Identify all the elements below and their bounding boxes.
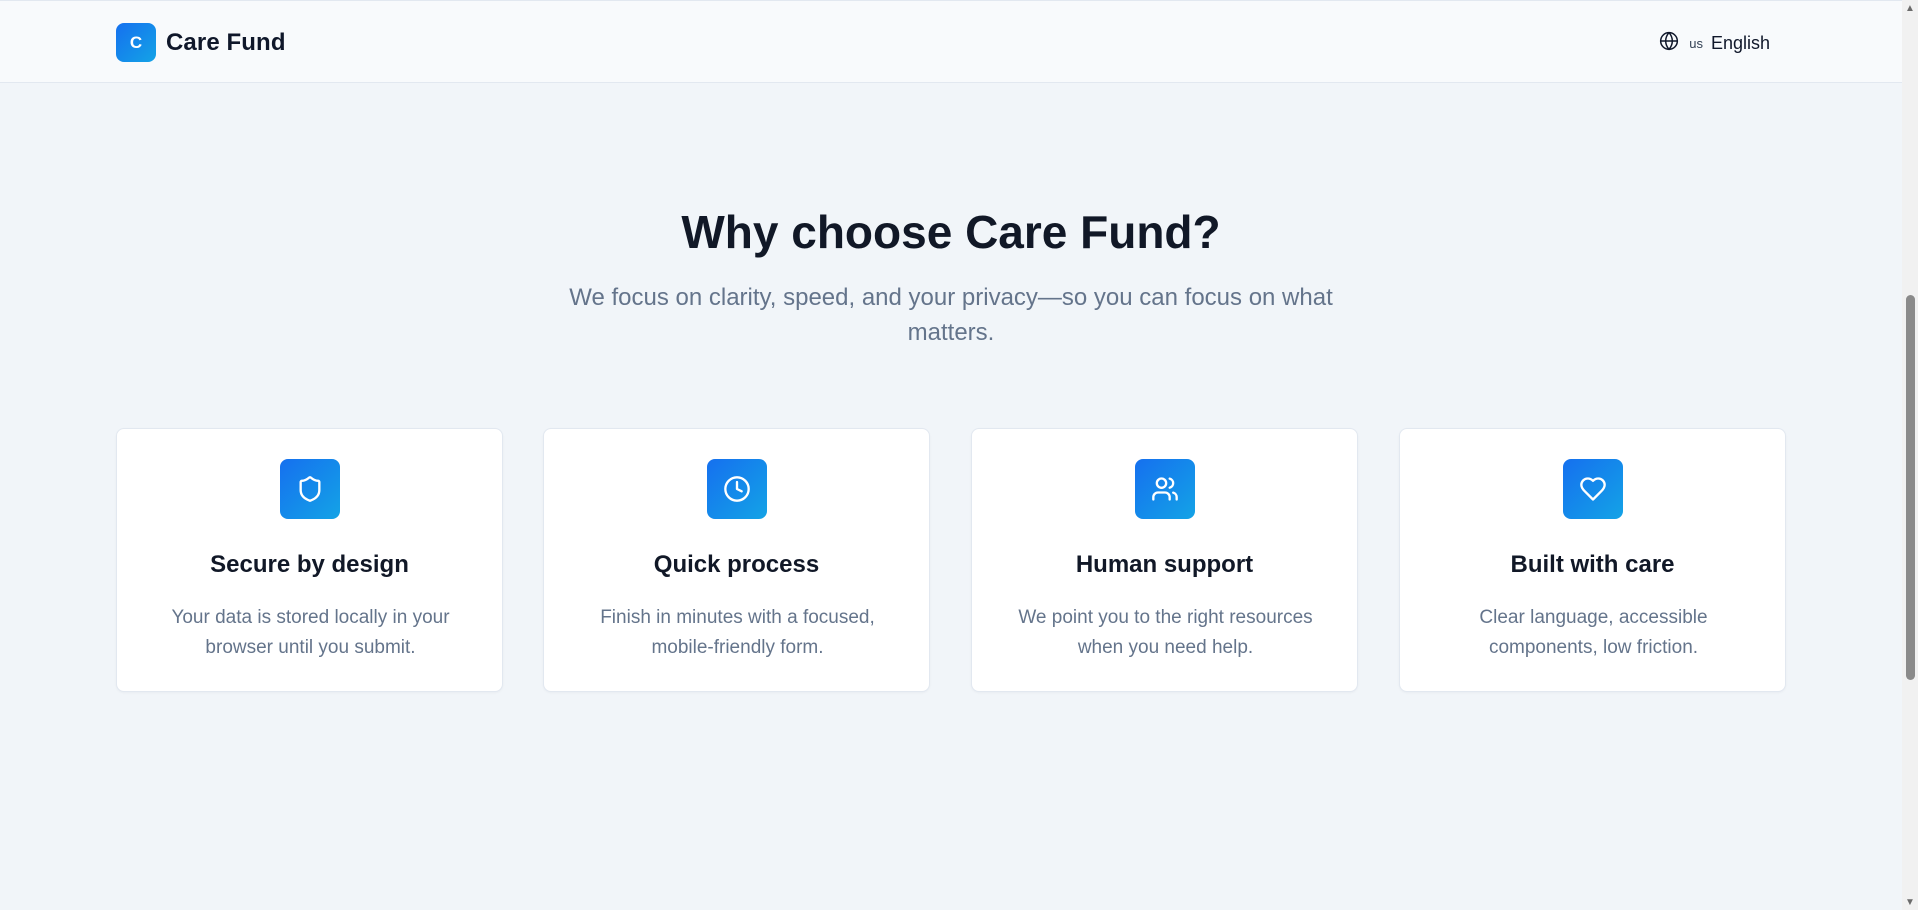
brand-logo-letter: C	[129, 32, 143, 52]
clock-icon	[707, 459, 767, 519]
section-title: Why choose Care Fund?	[681, 206, 1221, 258]
scroll-down-arrow-icon[interactable]: ▼	[1902, 894, 1918, 910]
feature-description: Finish in minutes with a focused, mobile…	[600, 607, 875, 658]
globe-icon	[1659, 31, 1679, 56]
scroll-up-arrow-icon[interactable]: ▲	[1902, 0, 1918, 16]
feature-description: Clear language, accessible components, l…	[1479, 607, 1708, 658]
scrollbar-thumb[interactable]	[1906, 295, 1915, 680]
feature-cards: Secure by design Your data is stored loc…	[116, 428, 1786, 692]
vertical-scrollbar[interactable]: ▲ ▼	[1902, 0, 1918, 910]
section-subtitle: We focus on clarity, speed, and your pri…	[569, 284, 1333, 346]
feature-description: We point you to the right resources when…	[1018, 607, 1313, 658]
feature-card-support: Human support We point you to the right …	[971, 428, 1358, 692]
feature-description: Your data is stored locally in your brow…	[171, 607, 450, 658]
shield-icon	[280, 459, 340, 519]
feature-title: Quick process	[653, 551, 820, 578]
feature-title: Secure by design	[210, 551, 409, 578]
language-label: English	[1710, 33, 1770, 53]
brand-name: Care Fund	[166, 28, 286, 56]
users-icon	[1135, 459, 1195, 519]
top-navigation-bar: C Care Fund us English	[0, 0, 1902, 83]
brand-logo: C	[116, 23, 156, 62]
feature-title: Built with care	[1510, 551, 1675, 578]
feature-card-secure: Secure by design Your data is stored loc…	[116, 428, 503, 692]
language-selector[interactable]: us English	[1659, 31, 1770, 56]
heart-icon	[1563, 459, 1623, 519]
feature-card-quick: Quick process Finish in minutes with a f…	[543, 428, 930, 692]
page: C Care Fund us English Why choose Care F…	[0, 0, 1902, 910]
language-flag: us	[1689, 36, 1703, 51]
feature-title: Human support	[1075, 551, 1254, 578]
feature-card-care: Built with care Clear language, accessib…	[1399, 428, 1786, 692]
brand-home-link[interactable]: C Care Fund	[116, 23, 286, 62]
